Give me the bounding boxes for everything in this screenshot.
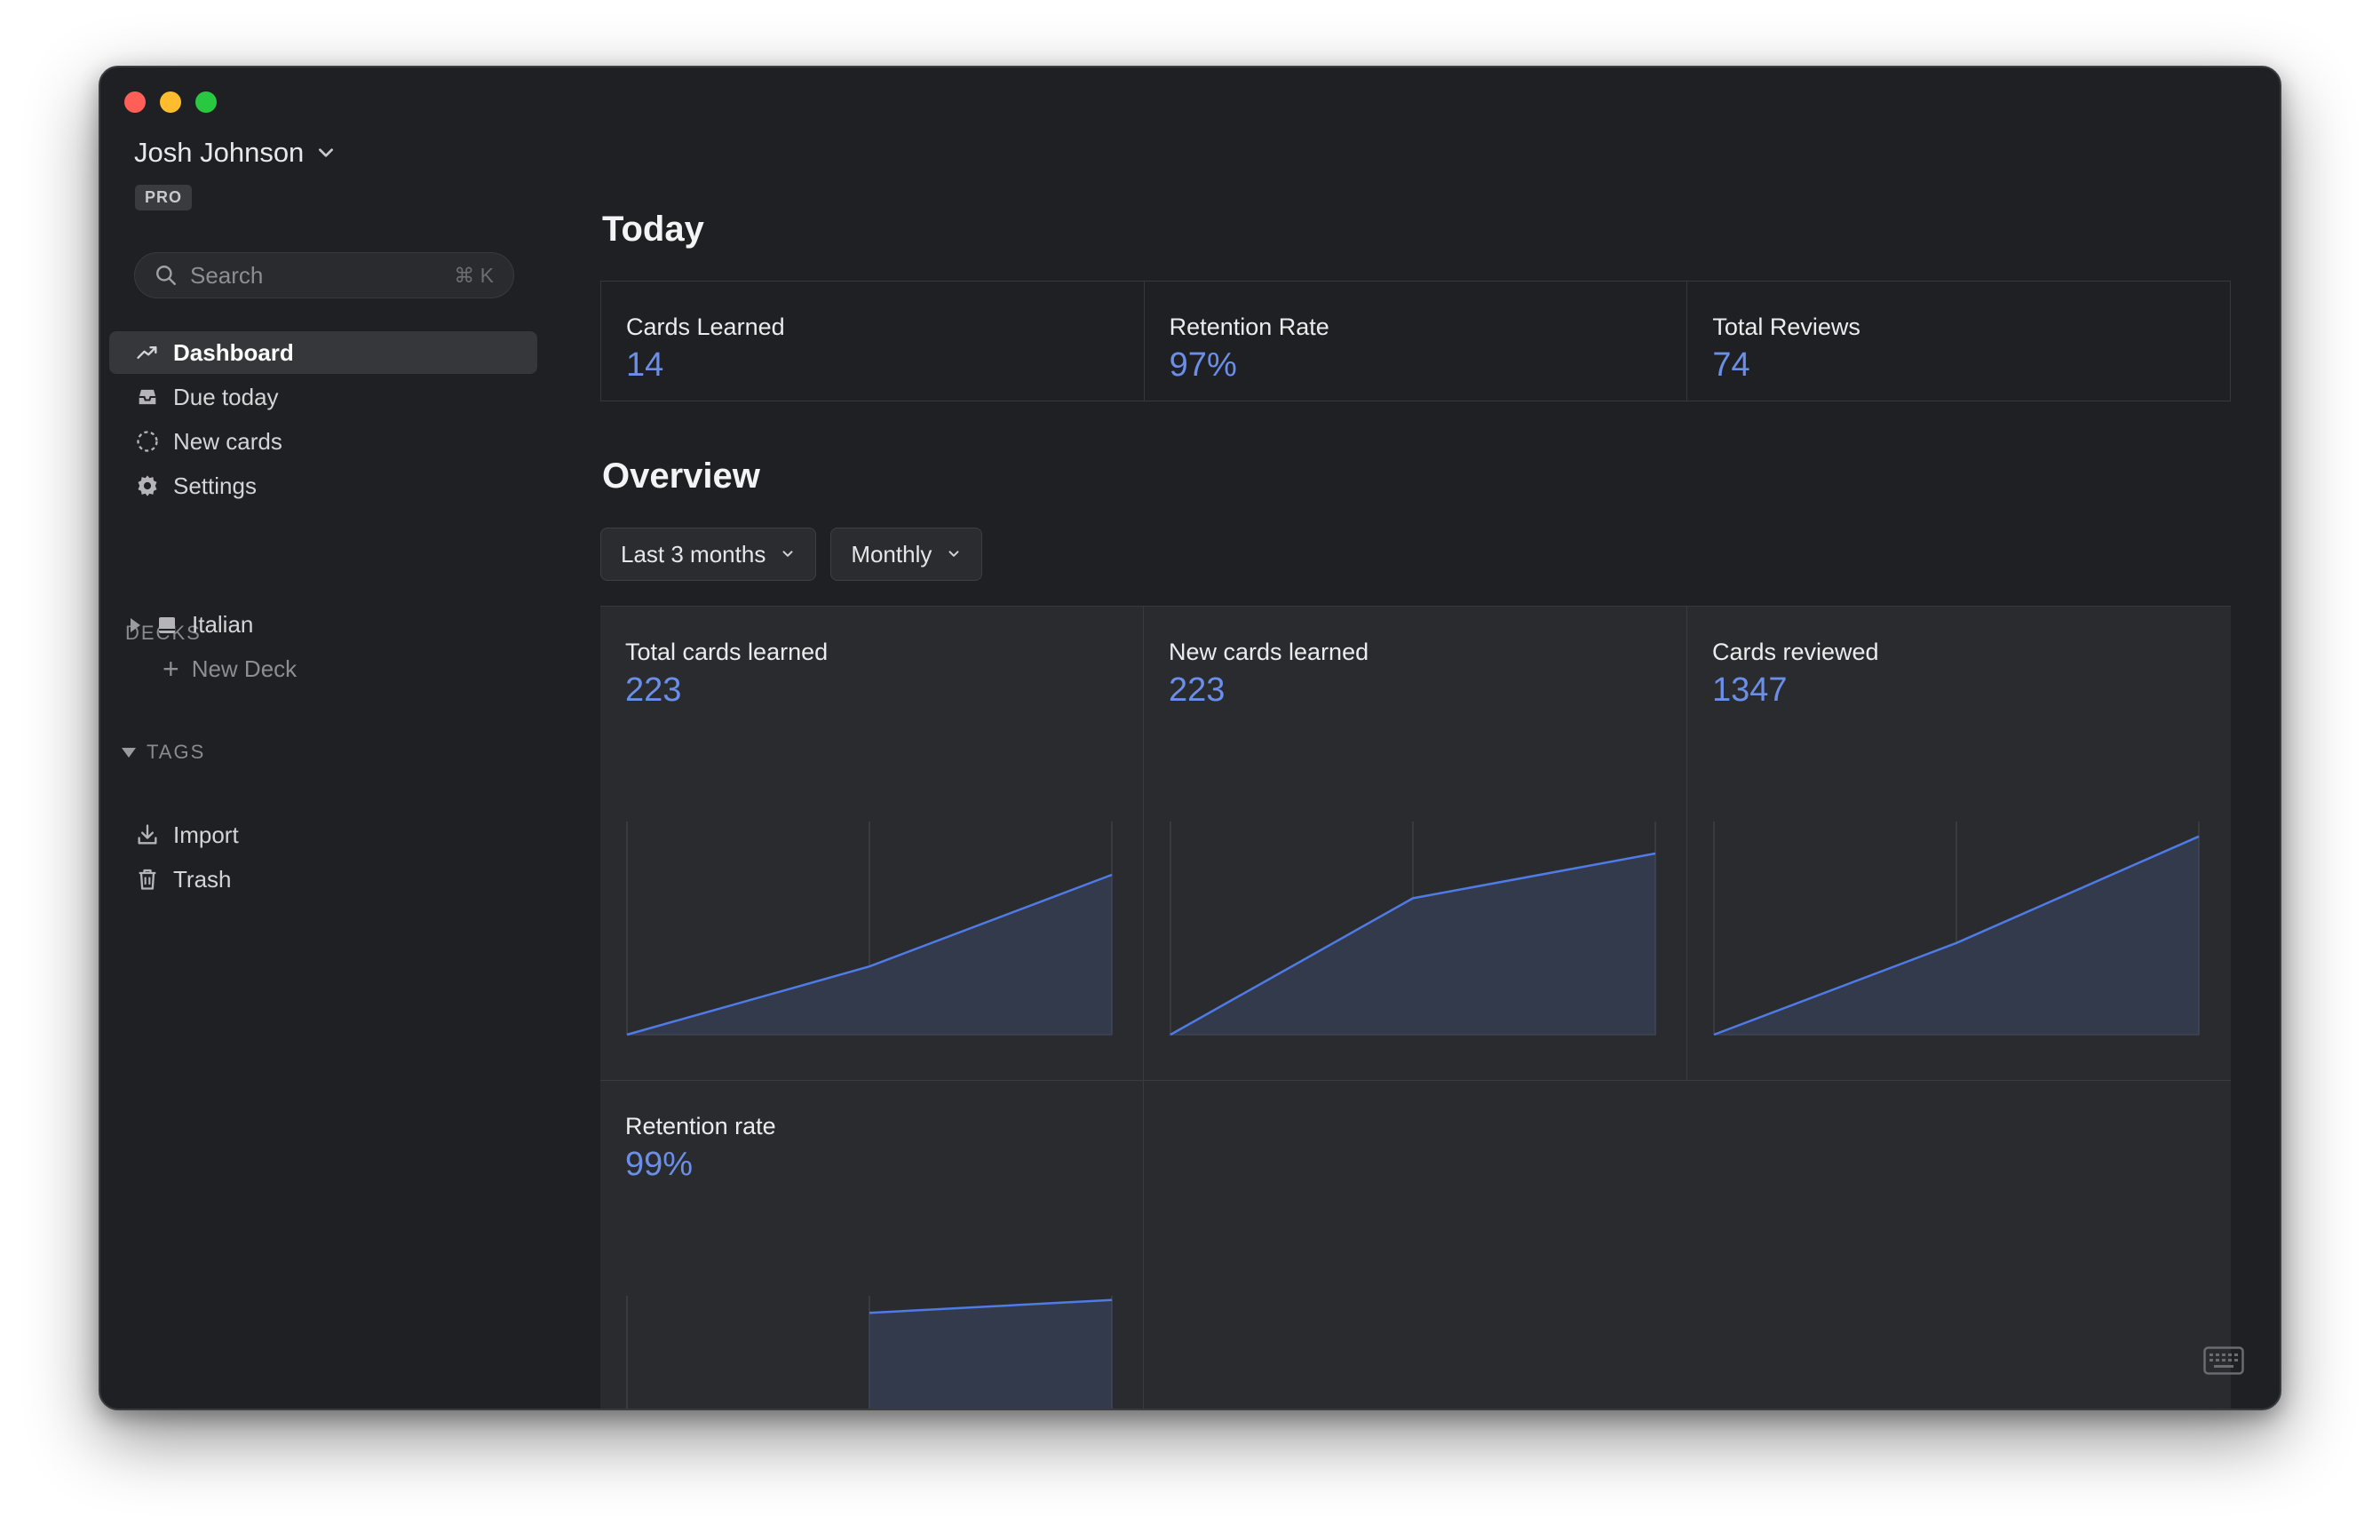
chevron-down-icon [319, 148, 334, 157]
book-icon [159, 616, 175, 633]
deck-label: Italian [192, 611, 254, 638]
tags-section-toggle[interactable]: TAGS [122, 741, 205, 764]
chart-title: Retention rate [625, 1113, 776, 1139]
interval-dropdown[interactable]: Monthly [830, 528, 983, 581]
tags-section-label: TAGS [147, 741, 206, 763]
secondary-nav: Import Trash [109, 814, 537, 902]
main-content: Today Cards Learned 14 Retention Rate 97… [600, 67, 2280, 1409]
deck-item-italian[interactable]: Italian [131, 611, 253, 639]
chart-value: 223 [1169, 671, 1226, 709]
overview-heading: Overview [602, 456, 760, 496]
chart-title: New cards learned [1169, 639, 1369, 665]
range-dropdown-value: Last 3 months [621, 540, 766, 568]
new-deck-label: New Deck [191, 655, 298, 682]
user-name: Josh Johnson [134, 137, 305, 168]
chevron-down-icon [782, 551, 793, 557]
plus-icon: + [163, 653, 179, 685]
nav-label: New cards [173, 427, 282, 455]
download-icon [134, 822, 161, 848]
search-icon [156, 266, 176, 285]
search-shortcut: ⌘ K [454, 263, 494, 287]
nav-label: Dashboard [173, 338, 294, 366]
stat-total-reviews: Total Reviews 74 [1687, 282, 2230, 401]
nav-item-new-cards[interactable]: New cards [109, 420, 537, 463]
stat-label: Retention Rate [1169, 314, 1329, 340]
stat-value: 97% [1169, 346, 1237, 384]
chart-value: 1347 [1712, 671, 1788, 709]
gear-icon [134, 472, 161, 499]
chart-card-retention-rate: Retention rate 99% [600, 1081, 1144, 1409]
nav-item-import[interactable]: Import [109, 814, 537, 856]
nav-label: Trash [173, 865, 232, 893]
chevron-down-icon [948, 551, 959, 557]
today-heading: Today [602, 210, 704, 249]
trash-icon [134, 866, 161, 893]
nav-item-due-today[interactable]: Due today [109, 376, 537, 418]
nav-item-trash[interactable]: Trash [109, 858, 537, 901]
area-chart [626, 1296, 1113, 1409]
chart-value: 99% [625, 1146, 694, 1183]
stat-label: Cards Learned [626, 314, 785, 340]
chart-title: Cards reviewed [1712, 639, 1879, 665]
stat-label: Total Reviews [1712, 314, 1860, 340]
nav-item-settings[interactable]: Settings [109, 464, 537, 507]
range-dropdown[interactable]: Last 3 months [600, 528, 817, 581]
app-window: Josh Johnson PRO Search ⌘ K Dashboard Du… [99, 66, 2281, 1410]
area-chart [1168, 822, 1656, 1036]
area-chart [626, 822, 1113, 1036]
collapse-triangle-icon [122, 747, 136, 758]
overview-chart-grid: Total cards learned 223 New cards learne… [600, 606, 2231, 1409]
interval-dropdown-value: Monthly [851, 540, 932, 568]
chart-area-fill [869, 1299, 1113, 1409]
trend-up-icon [134, 339, 161, 366]
chart-card-new-cards-learned: New cards learned 223 [1144, 607, 1687, 1081]
keyboard-icon[interactable] [2203, 1346, 2244, 1375]
chart-card-total-cards-learned: Total cards learned 223 [600, 607, 1144, 1081]
plan-badge: PRO [135, 185, 193, 210]
nav-item-dashboard[interactable]: Dashboard [109, 331, 537, 374]
nav-label: Settings [173, 472, 257, 499]
stat-value: 74 [1712, 346, 1750, 384]
chart-value: 223 [625, 671, 682, 709]
area-chart [1713, 822, 2200, 1036]
stat-cards-learned: Cards Learned 14 [601, 282, 1145, 401]
nav-label: Due today [173, 383, 279, 410]
chart-card-cards-reviewed: Cards reviewed 1347 [1687, 607, 2231, 1081]
inbox-icon [134, 384, 161, 410]
expand-triangle-icon[interactable] [131, 617, 140, 632]
overview-filters: Last 3 months Monthly [600, 528, 983, 581]
stat-value: 14 [626, 346, 664, 384]
stat-retention-rate: Retention Rate 97% [1145, 282, 1688, 401]
today-stats: Cards Learned 14 Retention Rate 97% Tota… [600, 281, 2231, 401]
account-switcher[interactable]: Josh Johnson [134, 137, 336, 169]
nav-label: Import [173, 821, 239, 848]
primary-nav: Dashboard Due today New cards Settings [109, 331, 537, 509]
new-deck-button[interactable]: + New Deck [163, 655, 297, 683]
search-placeholder: Search [190, 261, 264, 289]
chart-title: Total cards learned [625, 639, 829, 665]
dashed-circle-icon [134, 428, 161, 455]
search-input[interactable]: Search ⌘ K [134, 252, 514, 298]
sidebar: Josh Johnson PRO Search ⌘ K Dashboard Du… [100, 67, 562, 1409]
